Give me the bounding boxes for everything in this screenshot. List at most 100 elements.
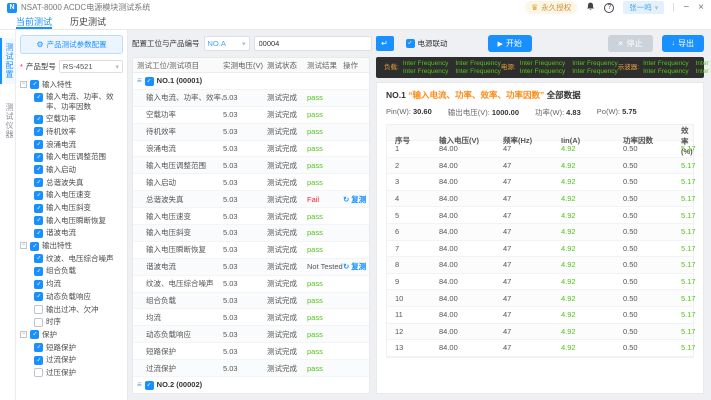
item-checkbox[interactable]: ✓ [34,127,43,137]
station-select[interactable]: NO.A ▾ [203,36,250,51]
collapse-icon[interactable]: − [20,80,27,88]
item-checkbox[interactable]: ✓ [34,140,43,150]
test-result: pass [307,245,323,255]
item-checkbox[interactable]: ✓ [34,203,43,213]
tree-item: ✓ 总谐波失真 [34,176,123,189]
item-checkbox[interactable]: ✓ [34,216,43,226]
item-checkbox[interactable]: ✓ [144,380,154,390]
detail-data-row[interactable]: 7 84.00 47 4.92 0.50 5.17 [387,241,696,258]
collapse-icon[interactable]: − [20,242,27,250]
tab-current-test[interactable]: 当前测试 [16,15,53,29]
cell-freq: 47 [503,343,512,353]
test-item-row[interactable]: 输入启动 5.03 测试完成 pass [133,174,369,192]
item-checkbox[interactable]: ✓ [34,152,43,162]
tab-history-test[interactable]: 历史测试 [70,15,106,29]
item-checkbox[interactable]: ✓ [30,80,39,90]
detail-data-row[interactable]: 9 84.00 47 4.92 0.50 5.17 [387,274,696,291]
vtab-test-instrument[interactable]: 测试仪器 [0,98,15,144]
detail-data-row[interactable]: 4 84.00 47 4.92 0.50 5.17 [387,190,696,208]
detail-data-row[interactable]: 8 84.00 47 4.92 0.50 5.17 [387,257,696,274]
item-checkbox[interactable]: ✓ [30,241,39,251]
collapse-icon[interactable]: − [20,330,27,338]
retest-button[interactable]: ↻ 复测 [343,194,369,205]
item-checkbox[interactable]: ✓ [34,228,43,238]
close-icon[interactable]: × [698,2,704,13]
station-name: NO.1 (00001) [156,76,203,86]
item-checkbox[interactable]: ✓ [144,76,154,86]
tree-item-label: 输入电压速变 [46,190,91,200]
item-checkbox[interactable]: ✓ [34,355,43,365]
test-item-row[interactable]: 谐波电流 5.03 测试完成 Not Tested ↻ 复测 [133,258,369,276]
item-checkbox[interactable]: ✓ [34,279,43,289]
drag-handle-icon[interactable]: ≡ [137,380,142,389]
station-group-row[interactable]: ≡ ✓ NO.2 (00002) [133,377,369,393]
instrument-status: Inter Frequency [572,68,618,75]
test-item-row[interactable]: 纹波、电压综合噪声 5.03 测试完成 pass [133,276,369,293]
test-item-row[interactable]: 输入电流、功率、效率、功率因数 5.03 测试完成 pass [133,89,369,107]
cell-pf: 0.50 [623,293,638,303]
item-checkbox[interactable]: ✓ [34,266,43,276]
cell-eff: 5.17 [681,310,696,320]
detail-data-row[interactable]: 10 84.00 47 4.92 0.50 5.17 [387,290,696,307]
item-checkbox[interactable]: ✓ [34,114,43,124]
item-checkbox[interactable] [34,368,43,378]
detail-data-row[interactable]: 11 84.00 47 4.92 0.50 5.17 [387,307,696,324]
detail-data-row[interactable]: 1 84.00 47 4.92 0.50 5.17 [387,141,696,158]
test-item-row[interactable]: 输入电压速变 5.03 测试完成 pass [133,208,369,226]
model-select[interactable]: RS-4521 ▾ [58,60,123,73]
instrument-status: Inter Frequency [455,60,501,67]
minimize-icon[interactable]: − [683,2,689,13]
notification-bell-icon[interactable] [586,2,595,13]
stop-button[interactable]: ✕ 停止 [607,35,653,52]
product-test-config-button[interactable]: ⚙ 产品测试参数配置 [20,35,123,54]
export-button[interactable]: ↓ 导出 [661,35,704,52]
test-item-row[interactable]: 空载功率 5.03 测试完成 pass [133,107,369,124]
serial-number-input[interactable] [253,36,372,51]
station-group-row[interactable]: ≡ ✓ NO.1 (00001) [133,73,369,90]
start-button[interactable]: ▶ 开始 [487,35,532,52]
item-checkbox[interactable] [34,317,43,327]
item-checkbox[interactable]: ✓ [30,330,39,340]
test-item-row[interactable]: 动态负载响应 5.03 测试完成 pass [133,326,369,344]
detail-data-row[interactable]: 6 84.00 47 4.92 0.50 5.17 [387,223,696,241]
test-item-row[interactable]: 输入电压斜变 5.03 测试完成 pass [133,225,369,242]
cell-vin: 84.00 [439,277,458,287]
confirm-enter-button[interactable]: ↵ [375,36,394,51]
test-item-name: 纹波、电压综合噪声 [146,279,214,289]
detail-data-row[interactable]: 3 84.00 47 4.92 0.50 5.17 [387,174,696,191]
app-title: NSAT-8000 ACDC电源模块测试系统 [21,3,151,12]
item-checkbox[interactable]: ✓ [34,292,43,302]
test-item-row[interactable]: 均流 5.03 测试完成 pass [133,309,369,327]
item-checkbox[interactable]: ✓ [34,178,43,188]
detail-data-row[interactable]: 12 84.00 47 4.92 0.50 5.17 [387,323,696,341]
item-checkbox[interactable]: ✓ [34,165,43,175]
test-item-row[interactable]: 输入电压调整范围 5.03 测试完成 pass [133,157,369,175]
detail-data-row[interactable]: 2 84.00 47 4.92 0.50 5.17 [387,157,696,175]
test-item-row[interactable]: 输入电压瞬断恢复 5.03 测试完成 pass [133,242,369,259]
item-checkbox[interactable]: ✓ [34,92,43,102]
item-checkbox[interactable]: ✓ [34,254,43,264]
license-badge: ♛ 永久授权 [525,1,578,14]
cell-iin: 4.92 [561,243,576,253]
app-window: N NSAT-8000 ACDC电源模块测试系统 ♛ 永久授权 ? 张一鸣 ▾ … [0,0,711,400]
test-item-row[interactable]: 总谐波失真 5.03 测试完成 Fail ↻ 复测 [133,191,369,209]
drag-handle-icon[interactable]: ≡ [137,76,142,85]
test-item-row[interactable]: 浪涌电流 5.03 测试完成 pass [133,141,369,158]
test-item-row[interactable]: 待机效率 5.03 测试完成 pass [133,123,369,141]
test-item-row[interactable]: 组合负载 5.03 测试完成 pass [133,292,369,310]
item-checkbox[interactable] [34,305,43,315]
test-item-name: 浪涌电流 [146,144,176,153]
detail-data-row[interactable]: 5 84.00 47 4.92 0.50 5.17 [387,207,696,224]
item-checkbox[interactable]: ✓ [34,190,43,200]
help-icon[interactable]: ? [604,2,615,13]
link-checkbox[interactable]: ✓ [405,39,415,49]
test-item-row[interactable]: 过流保护 5.03 测试完成 pass [133,360,369,378]
instrument-status: Inter Frequency [643,60,689,67]
vtab-test-config[interactable]: 测试配置 [0,38,15,84]
retest-button[interactable]: ↻ 复测 [343,261,369,272]
test-item-row[interactable]: 短路保护 5.03 测试完成 pass [133,343,369,361]
user-menu[interactable]: 张一鸣 ▾ [623,1,665,14]
detail-data-row[interactable]: 13 84.00 47 4.92 0.50 5.17 [387,340,696,357]
cell-pf: 0.50 [623,260,638,270]
item-checkbox[interactable]: ✓ [34,343,43,353]
